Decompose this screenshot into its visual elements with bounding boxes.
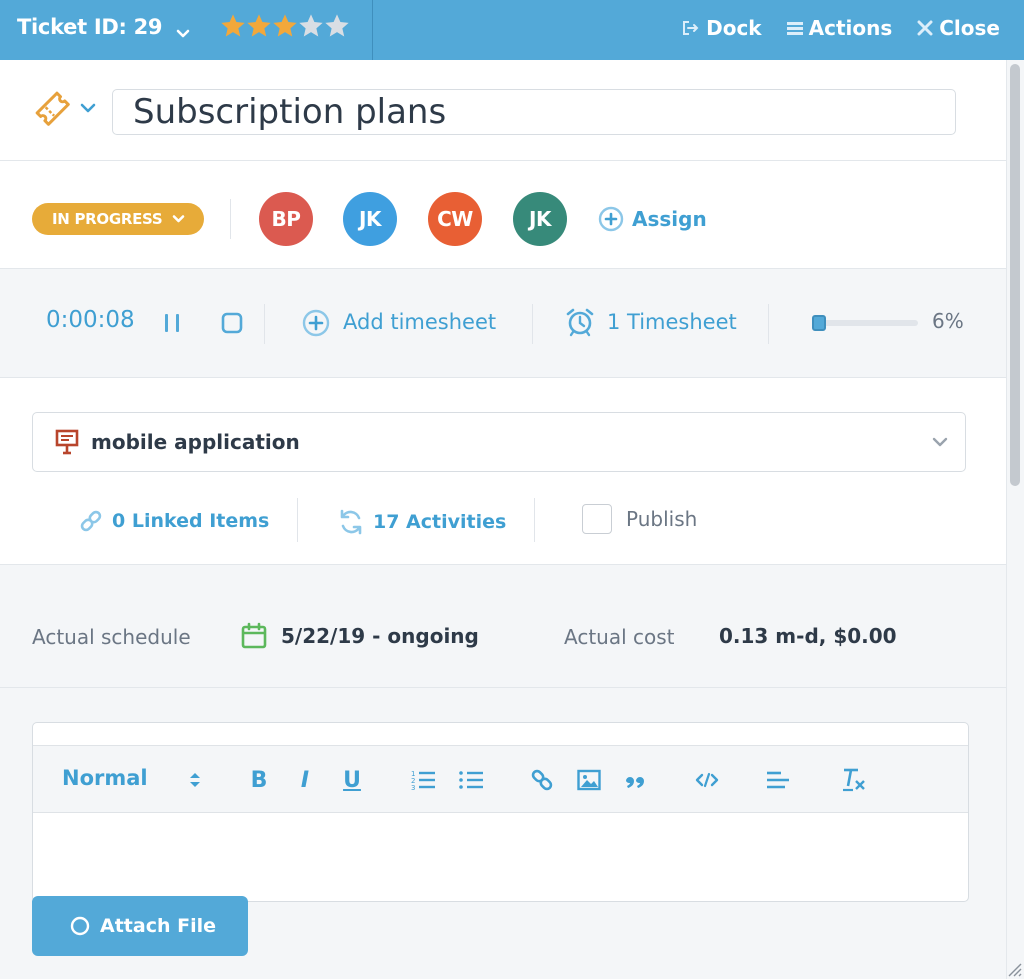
schedule-section: Actual schedule 5/22/19 - ongoing Actual… xyxy=(0,565,1006,688)
pause-button[interactable] xyxy=(162,312,182,338)
progress-divider xyxy=(768,304,769,344)
alarm-clock-icon xyxy=(565,307,595,341)
progress-percent: 6% xyxy=(932,309,964,333)
align-icon[interactable] xyxy=(764,766,792,794)
resize-grip-icon[interactable] xyxy=(1006,961,1022,977)
add-timesheet-icon-wrap[interactable] xyxy=(302,309,330,341)
progress-slider-handle[interactable] xyxy=(812,315,826,331)
timer-display: 0:00:08 xyxy=(46,307,135,333)
chevron-down-icon xyxy=(80,103,96,113)
timer-divider xyxy=(264,304,265,344)
bold-icon[interactable]: B xyxy=(245,766,273,794)
actual-schedule-value[interactable]: 5/22/19 - ongoing xyxy=(281,624,479,648)
project-name: mobile application xyxy=(91,430,300,454)
timesheet-divider xyxy=(532,304,533,344)
assignee-avatar[interactable]: BP xyxy=(259,192,313,246)
linked-items-link[interactable]: 0 Linked Items xyxy=(78,508,269,534)
calendar-icon xyxy=(240,622,268,654)
dialog-header: Ticket ID: 29 Dock Actions Close xyxy=(0,0,1024,60)
svg-text:3: 3 xyxy=(411,784,415,792)
assign-label: Assign xyxy=(632,207,707,231)
bullet-list-icon[interactable] xyxy=(457,766,485,794)
rating-stars[interactable] xyxy=(219,12,349,40)
project-dropdown[interactable]: mobile application xyxy=(32,412,966,472)
add-circle-icon xyxy=(598,206,624,232)
star-filled-icon[interactable] xyxy=(219,12,247,40)
ticket-title-input[interactable]: Subscription plans xyxy=(112,89,956,135)
timesheet-count-link[interactable]: 1 Timesheet xyxy=(607,310,737,334)
link-icon xyxy=(80,510,102,532)
publish-label: Publish xyxy=(626,507,698,531)
quote-icon[interactable] xyxy=(621,766,649,794)
code-icon[interactable] xyxy=(693,766,721,794)
add-circle-icon xyxy=(302,309,330,337)
image-icon[interactable] xyxy=(575,766,603,794)
project-section: mobile application 0 Linked Items 17 Act… xyxy=(0,378,1006,565)
pause-icon xyxy=(165,314,179,332)
timer-section: 0:00:08 Add timesheet 1 Timesheet 6% xyxy=(0,269,1006,378)
activities-label: 17 Activities xyxy=(373,511,507,533)
assignee-avatar[interactable]: CW xyxy=(428,192,482,246)
star-empty-icon[interactable] xyxy=(297,12,325,40)
status-label: IN PROGRESS xyxy=(52,210,163,228)
actual-cost-label: Actual cost xyxy=(564,625,675,649)
actual-schedule-label: Actual schedule xyxy=(32,625,191,649)
attach-file-label: Attach File xyxy=(100,915,216,937)
link-icon[interactable] xyxy=(528,766,556,794)
assignee-avatar[interactable]: JK xyxy=(343,192,397,246)
status-dropdown[interactable]: IN PROGRESS xyxy=(32,203,204,235)
ticket-id-label: Ticket ID: 29 xyxy=(17,15,163,39)
actual-cost-value: 0.13 m-d, $0.00 xyxy=(719,624,897,648)
stop-button[interactable] xyxy=(221,312,243,338)
dock-icon xyxy=(683,21,699,35)
close-button[interactable]: Close xyxy=(917,16,1000,40)
star-filled-icon[interactable] xyxy=(245,12,273,40)
assignee-avatar[interactable]: JK xyxy=(513,192,567,246)
activities-link[interactable]: 17 Activities xyxy=(337,508,506,536)
ticket-type-dropdown[interactable] xyxy=(30,86,96,130)
format-select-arrows-icon[interactable] xyxy=(181,766,209,794)
actions-button[interactable]: Actions xyxy=(786,16,893,40)
format-select-label[interactable]: Normal xyxy=(62,766,148,790)
publish-checkbox[interactable] xyxy=(582,504,612,534)
stop-icon xyxy=(221,312,243,334)
progress-slider[interactable] xyxy=(812,315,918,331)
links-divider-2 xyxy=(297,498,298,542)
assign-button[interactable]: Assign xyxy=(598,206,707,232)
actions-label: Actions xyxy=(808,16,893,40)
description-editor[interactable]: Normal B I U 123 xyxy=(32,722,969,902)
refresh-icon xyxy=(340,509,362,535)
ticket-id-dropdown[interactable]: Ticket ID: 29 xyxy=(17,15,190,39)
header-divider xyxy=(372,0,373,60)
activities-divider xyxy=(534,498,535,542)
ordered-list-icon[interactable]: 123 xyxy=(409,766,437,794)
chevron-down-icon xyxy=(932,437,948,447)
ticket-icon xyxy=(35,91,70,126)
chevron-down-icon xyxy=(173,215,185,223)
status-divider xyxy=(230,199,231,239)
publish-toggle[interactable]: Publish xyxy=(582,504,697,534)
paperclip-icon xyxy=(70,916,90,936)
add-timesheet-button[interactable]: Add timesheet xyxy=(343,310,496,334)
clear-format-icon[interactable] xyxy=(839,766,867,794)
close-label: Close xyxy=(939,16,1000,40)
menu-icon xyxy=(786,22,803,35)
linked-items-label: 0 Linked Items xyxy=(112,510,270,532)
scrollbar-thumb[interactable] xyxy=(1010,64,1020,486)
presentation-board-icon xyxy=(55,429,79,455)
editor-toolbar: Normal B I U 123 xyxy=(33,745,968,813)
star-empty-icon[interactable] xyxy=(323,12,351,40)
star-filled-icon[interactable] xyxy=(271,12,299,40)
underline-icon[interactable]: U xyxy=(338,766,366,794)
status-section: IN PROGRESS BP JK CW JK Assign xyxy=(0,161,1006,269)
title-section: Subscription plans xyxy=(0,60,1006,161)
dock-label: Dock xyxy=(706,16,762,40)
close-icon xyxy=(917,20,933,36)
chevron-down-icon xyxy=(176,21,190,38)
italic-icon[interactable]: I xyxy=(291,766,319,794)
dock-button[interactable]: Dock xyxy=(682,16,762,40)
attach-file-button[interactable]: Attach File xyxy=(32,896,248,956)
